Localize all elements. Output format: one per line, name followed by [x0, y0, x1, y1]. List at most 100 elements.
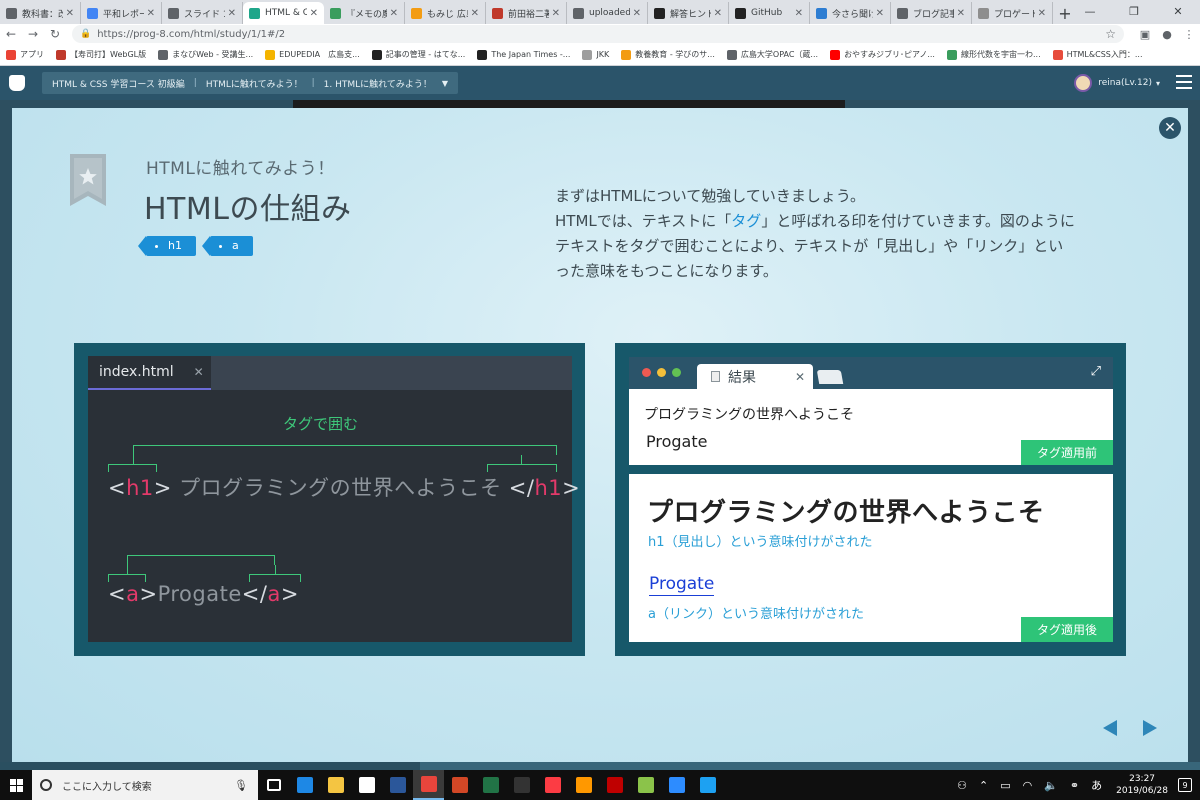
progate-header: HTML & CSS 学習コース 初級編 | HTMLに触れてみよう！ | 1.…	[0, 66, 1200, 100]
bookmark-item[interactable]: おやすみジブリ･ピアノ...	[830, 49, 935, 60]
code-annotation: タグで囲む	[283, 415, 359, 433]
network-icon[interactable]: ⚭	[1070, 779, 1079, 792]
user-menu[interactable]: reina(Lv.12) ▾	[1074, 66, 1160, 100]
browser-tab[interactable]: 解答ヒント ✕	[648, 2, 729, 24]
close-tab-icon[interactable]: ✕	[390, 8, 398, 19]
browser-tab[interactable]: もみじ 広島✕	[405, 2, 486, 24]
word-icon[interactable]	[382, 770, 413, 800]
bookmark-item[interactable]: 広島大学OPAC（蔵...	[726, 49, 818, 60]
restore-icon[interactable]: ❐	[1112, 0, 1156, 22]
breadcrumb-course[interactable]: HTML & CSS 学習コース 初級編	[52, 77, 185, 90]
chrome-icon[interactable]	[413, 770, 444, 800]
battery-icon[interactable]: ▭	[1000, 779, 1010, 792]
browser-tab[interactable]: 今さら聞けな✕	[810, 2, 891, 24]
close-tab-icon[interactable]: ✕	[714, 8, 722, 19]
system-tray: ⚇ ⌃ ▭ ◠ 🔈 ⚭ あ 23:27 2019/06/28 9	[951, 773, 1200, 797]
clock[interactable]: 23:27 2019/06/28	[1116, 773, 1168, 797]
browser-tab[interactable]: 教科書：改 ✕	[0, 2, 81, 24]
bookmark-item[interactable]: 記事の管理 - はてな...	[371, 49, 465, 60]
bookmark-item[interactable]: 【寿司打】WebGL版	[56, 49, 146, 60]
bookmark-item[interactable]: JKK	[582, 49, 609, 60]
itunes-icon[interactable]	[537, 770, 568, 800]
ime-icon[interactable]: あ	[1091, 777, 1102, 793]
bracket-outer-2	[127, 555, 275, 565]
close-tab-icon[interactable]: ✕	[876, 8, 884, 19]
file-tab[interactable]: index.html ✕	[88, 356, 211, 390]
close-tab-icon[interactable]: ✕	[552, 8, 560, 19]
notification-icon[interactable]: 9	[1178, 778, 1192, 792]
bookmark-item[interactable]: 教養教育 - 学びのサ...	[621, 49, 715, 60]
bookmark-item[interactable]: アプリ	[6, 49, 44, 60]
progate-logo[interactable]	[0, 66, 34, 100]
code-editor: index.html ✕ タグで囲む <h1> プログラミングの世界へようこそ …	[88, 356, 580, 642]
wifi-icon[interactable]: ◠	[1023, 779, 1033, 792]
microphone-icon[interactable]: 🎙	[234, 779, 248, 792]
reload-icon[interactable]: ↻	[44, 27, 66, 41]
close-tab-icon[interactable]: ✕	[795, 370, 805, 384]
taskbar-search-input[interactable]: ここに入力して検索 🎙	[32, 770, 258, 800]
kindle-icon[interactable]	[506, 770, 537, 800]
browser-tab[interactable]: GitHub ✕	[729, 2, 810, 24]
browser-tab[interactable]: 『メモの魔力』✕	[324, 2, 405, 24]
bookmark-ribbon-icon[interactable]	[70, 154, 106, 206]
filezilla-icon[interactable]	[599, 770, 630, 800]
people-icon[interactable]: ⚇	[957, 779, 967, 792]
close-window-icon[interactable]: ✕	[1156, 0, 1200, 22]
close-tab-icon[interactable]: ✕	[228, 8, 236, 19]
sublime-icon[interactable]	[568, 770, 599, 800]
windows-start-icon[interactable]	[0, 770, 32, 800]
next-slide-icon[interactable]	[1143, 720, 1157, 736]
rendered-link[interactable]: Progate	[649, 573, 715, 596]
bookmark-item[interactable]: The Japan Times -...	[477, 49, 570, 60]
result-tab[interactable]: 結果 ✕	[697, 364, 813, 389]
address-bar[interactable]: 🔒 https://prog-8.com/html/study/1/1#/2 ☆	[72, 25, 1124, 43]
back-icon[interactable]: ←	[0, 27, 22, 41]
bookmark-item[interactable]: 線形代数を宇宙一わ...	[946, 49, 1041, 60]
window-controls: — ❐ ✕	[1068, 0, 1200, 22]
browser-tab[interactable]: スライド 1 ✕	[162, 2, 243, 24]
chevron-down-icon[interactable]: ▼	[442, 79, 448, 88]
xming-icon[interactable]	[630, 770, 661, 800]
close-tab-icon[interactable]: ✕	[957, 8, 965, 19]
browser-tab[interactable]: 平和レポート✕	[81, 2, 162, 24]
chevron-up-icon[interactable]: ⌃	[979, 779, 988, 792]
explorer-icon[interactable]	[320, 770, 351, 800]
breadcrumb-chapter[interactable]: HTMLに触れてみよう！	[206, 77, 303, 90]
edge-icon[interactable]	[289, 770, 320, 800]
forward-icon[interactable]: →	[22, 27, 44, 41]
close-tab-icon[interactable]: ✕	[310, 8, 318, 19]
close-tab-icon[interactable]: ✕	[795, 8, 803, 19]
browser-tab[interactable]: プロゲートを✕	[972, 2, 1053, 24]
close-tab-icon[interactable]: ✕	[471, 8, 479, 19]
close-tab-icon[interactable]: ✕	[1038, 8, 1046, 19]
powerpoint-icon[interactable]	[444, 770, 475, 800]
expand-icon[interactable]: ⤢	[1091, 364, 1101, 379]
zoom-icon[interactable]	[661, 770, 692, 800]
bookmark-star-icon[interactable]: ☆	[1105, 27, 1116, 41]
profile-avatar[interactable]: ●	[1156, 28, 1178, 41]
taskbar-apps	[258, 770, 723, 800]
volume-icon[interactable]: 🔈	[1044, 779, 1058, 792]
excel-icon[interactable]	[475, 770, 506, 800]
bookmark-item[interactable]: EDUPEDIA 広島支...	[265, 49, 360, 60]
twitter-icon[interactable]	[692, 770, 723, 800]
breadcrumb-lesson[interactable]: 1. HTMLに触れてみよう！	[324, 77, 432, 90]
chrome-menu-icon[interactable]: ⋮	[1178, 28, 1200, 41]
browser-tab[interactable]: uploaded_✕	[567, 2, 648, 24]
browser-tab[interactable]: 前田裕二著 ✕	[486, 2, 567, 24]
bookmark-item[interactable]: まなびWeb - 受講生...	[158, 49, 253, 60]
task-view-icon[interactable]	[258, 770, 289, 800]
browser-tab[interactable]: ブログ記事 ✕	[891, 2, 972, 24]
mail-icon[interactable]	[351, 770, 382, 800]
close-tab-icon[interactable]: ✕	[66, 8, 74, 19]
close-tab-icon[interactable]: ✕	[194, 365, 204, 379]
minimize-icon[interactable]: —	[1068, 0, 1112, 22]
close-tab-icon[interactable]: ✕	[633, 8, 641, 19]
extension-icon[interactable]: ▣	[1134, 28, 1156, 41]
close-slide-button[interactable]: ✕	[1159, 117, 1181, 139]
hamburger-menu-icon[interactable]	[1176, 75, 1192, 91]
browser-tab[interactable]: HTML & CSS✕	[243, 2, 324, 24]
close-tab-icon[interactable]: ✕	[147, 8, 155, 19]
previous-slide-icon[interactable]	[1103, 720, 1117, 736]
bookmark-item[interactable]: HTML&CSS入門：...	[1052, 49, 1143, 60]
